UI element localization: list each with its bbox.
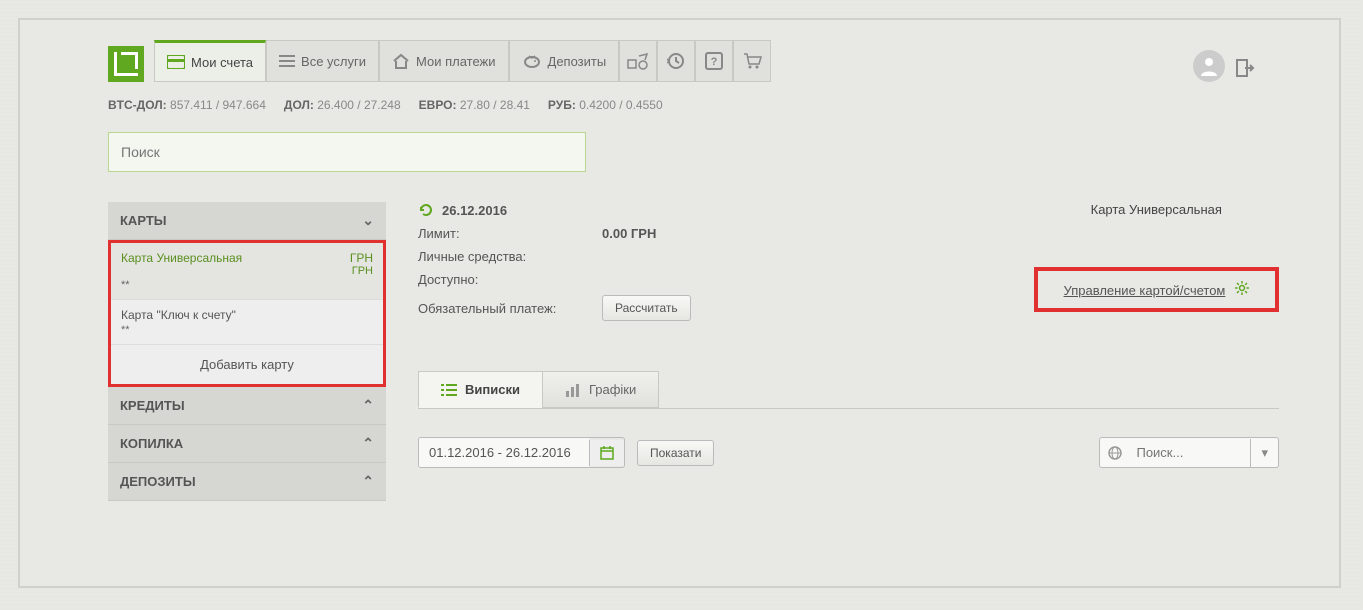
own-funds-label: Личные средства: [418,249,588,264]
refresh-date: 26.12.2016 [442,203,507,218]
chevron-up-icon: ⌃ [362,473,374,490]
section-cards[interactable]: КАРТЫ ⌄ [108,202,386,240]
tab-deposits[interactable]: Депозиты [509,40,620,82]
nav-cart-button[interactable] [733,40,771,82]
nav-history-button[interactable] [657,40,695,82]
cards-highlight-box: Карта УниверсальнаяГРН ГРН ** Карта "Клю… [108,240,386,387]
subtab-statements[interactable]: Виписки [418,371,543,408]
refresh-icon[interactable] [418,202,434,218]
available-label: Доступно: [418,272,588,287]
bank-logo[interactable] [108,46,144,82]
tab-label: Мои платежи [416,54,496,69]
card-item[interactable]: Карта "Ключ к счету" ** [111,300,383,345]
subtab-charts[interactable]: Графіки [542,371,659,408]
piggy-icon [522,53,542,69]
date-range-input[interactable] [418,437,625,468]
card-icon [167,55,185,69]
bars-icon [565,383,581,397]
dropdown-toggle[interactable]: ▾ [1250,439,1278,467]
calendar-icon[interactable] [589,440,624,466]
tab-label: Все услуги [301,54,366,69]
nav-help-button[interactable]: ? [695,40,733,82]
search-input[interactable] [108,132,586,172]
manage-card-link[interactable]: Управление картой/счетом [1064,283,1226,298]
avatar[interactable] [1193,50,1225,82]
list-icon [441,383,457,397]
tab-accounts[interactable]: Мои счета [154,40,266,82]
section-piggy[interactable]: КОПИЛКА ⌃ [108,425,386,463]
chevron-down-icon: ⌄ [362,212,374,229]
show-button[interactable]: Показати [637,440,714,466]
add-card-button[interactable]: Добавить карту [111,345,383,384]
section-credits[interactable]: КРЕДИТЫ ⌃ [108,387,386,425]
filter-search-input[interactable] [1130,438,1250,467]
svg-text:?: ? [711,56,718,68]
limit-label: Лимит: [418,226,588,241]
chevron-up-icon: ⌃ [362,435,374,452]
tab-services[interactable]: Все услуги [266,40,379,82]
gear-icon [1235,283,1249,298]
date-range-field[interactable] [419,438,589,467]
mandatory-payment-label: Обязательный платеж: [418,301,588,316]
exchange-rates: BTC-ДОЛ: 857.411 / 947.664 ДОЛ: 26.400 /… [20,82,1339,112]
card-item[interactable]: Карта УниверсальнаяГРН ГРН ** [111,243,383,300]
limit-value: 0.00 ГРН [602,226,656,241]
calculate-button[interactable]: Рассчитать [602,295,691,321]
card-title: Карта Универсальная [1034,202,1279,217]
globe-icon [1100,440,1130,466]
tab-label: Депозиты [548,54,607,69]
tab-payments[interactable]: Мои платежи [379,40,509,82]
list-icon [279,54,295,68]
logout-button[interactable] [1231,54,1259,82]
tab-label: Мои счета [191,55,253,70]
section-deposits[interactable]: ДЕПОЗИТЫ ⌃ [108,463,386,501]
nav-travel-button[interactable] [619,40,657,82]
home-icon [392,53,410,69]
manage-highlight-box: Управление картой/счетом [1034,267,1279,312]
chevron-up-icon: ⌃ [362,397,374,414]
